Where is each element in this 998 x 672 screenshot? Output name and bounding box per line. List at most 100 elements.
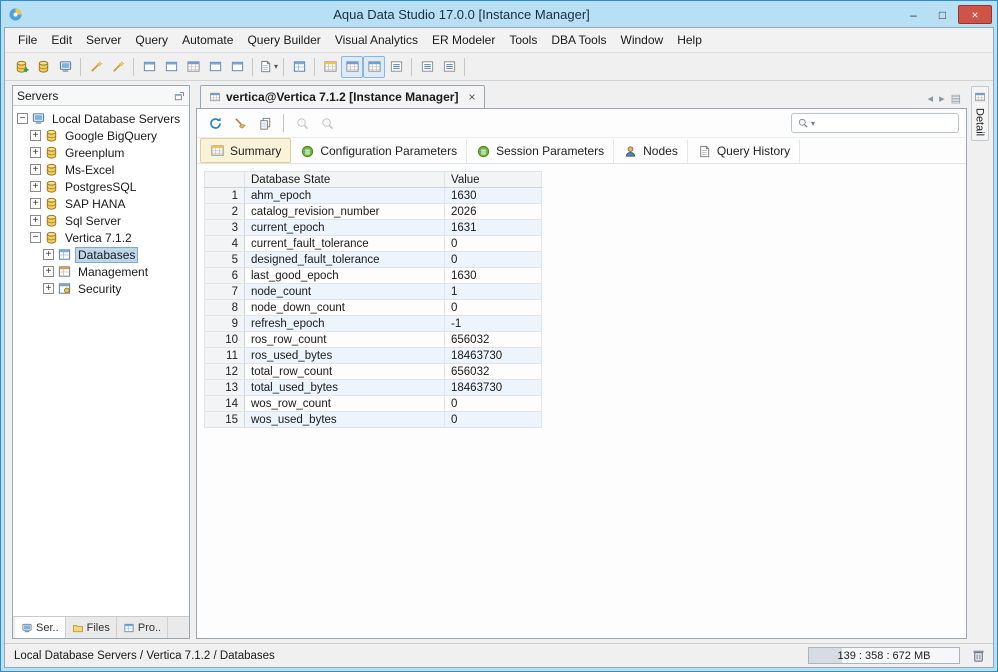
database-state-cell[interactable]: ros_row_count — [244, 331, 445, 348]
bottom-tab[interactable]: Pro.. — [117, 617, 169, 638]
import-wizard-icon[interactable] — [107, 56, 129, 78]
table-row[interactable]: 2 catalog_revision_number 2026 — [204, 203, 542, 220]
copy-icon[interactable] — [254, 112, 276, 134]
value-cell[interactable]: 0 — [444, 251, 542, 268]
search-input[interactable] — [817, 117, 953, 129]
refresh-icon[interactable] — [204, 112, 226, 134]
table-row[interactable]: 8 node_down_count 0 — [204, 299, 542, 316]
table-row[interactable]: 10 ros_row_count 656032 — [204, 331, 542, 348]
value-cell[interactable]: 0 — [444, 235, 542, 252]
tree-item[interactable]: + Ms-Excel — [15, 161, 187, 178]
tree-item[interactable]: + Google BigQuery — [15, 127, 187, 144]
menu-item[interactable]: Window — [614, 30, 671, 50]
server-browser-icon[interactable] — [288, 56, 310, 78]
value-cell[interactable]: 656032 — [444, 363, 542, 380]
minimize-button[interactable]: – — [900, 5, 927, 24]
tab-scroll-left-icon[interactable]: ◂ — [928, 92, 934, 105]
database-state-cell[interactable]: designed_fault_tolerance — [244, 251, 445, 268]
column-header-database-state[interactable]: Database State — [244, 171, 445, 188]
value-cell[interactable]: 2026 — [444, 203, 542, 220]
view-text-icon[interactable] — [416, 56, 438, 78]
window-storage-icon[interactable] — [204, 56, 226, 78]
tree-item-label[interactable]: Local Database Servers — [49, 111, 183, 127]
tree-item-label[interactable]: Management — [75, 264, 151, 280]
table-row[interactable]: 13 total_used_bytes 18463730 — [204, 379, 542, 396]
database-state-cell[interactable]: total_row_count — [244, 363, 445, 380]
subtab[interactable]: Nodes — [614, 138, 688, 163]
tree-item[interactable]: − Local Database Servers — [15, 110, 187, 127]
server-properties-icon[interactable] — [54, 56, 76, 78]
tree-item-label[interactable]: Ms-Excel — [62, 162, 117, 178]
menu-item[interactable]: Visual Analytics — [328, 30, 425, 50]
search-box[interactable]: ▾ — [791, 113, 959, 133]
tree-item-label[interactable]: Google BigQuery — [62, 128, 160, 144]
maximize-button[interactable]: □ — [929, 5, 956, 24]
schema-wizard-icon[interactable] — [85, 56, 107, 78]
tree-item-label[interactable]: SAP HANA — [62, 196, 128, 212]
value-cell[interactable]: 1631 — [444, 219, 542, 236]
database-state-cell[interactable]: ros_used_bytes — [244, 347, 445, 364]
database-state-cell[interactable]: last_good_epoch — [244, 267, 445, 284]
menu-item[interactable]: Edit — [44, 30, 79, 50]
auto-format-icon[interactable] — [229, 112, 251, 134]
tab-list-icon[interactable]: ▤ — [951, 92, 961, 105]
menu-item[interactable]: Help — [670, 30, 709, 50]
menu-item[interactable]: DBA Tools — [544, 30, 613, 50]
tree-item[interactable]: + SAP HANA — [15, 195, 187, 212]
window-security-icon[interactable] — [226, 56, 248, 78]
value-cell[interactable]: 0 — [444, 395, 542, 412]
subtab[interactable]: Query History — [688, 138, 801, 163]
bottom-tab[interactable]: Files — [66, 617, 117, 638]
table-row[interactable]: 11 ros_used_bytes 18463730 — [204, 347, 542, 364]
tree-expander-icon[interactable]: + — [30, 147, 41, 158]
window-instance-manager-icon[interactable] — [182, 56, 204, 78]
tree-item[interactable]: + Sql Server — [15, 212, 187, 229]
zoom-out-icon[interactable] — [291, 112, 313, 134]
menu-item[interactable]: Query — [128, 30, 175, 50]
menu-item[interactable]: File — [11, 30, 44, 50]
tab-scroll-right-icon[interactable]: ▸ — [939, 92, 945, 105]
tree-item-label[interactable]: Vertica 7.1.2 — [62, 230, 135, 246]
tree-item[interactable]: + Databases — [15, 246, 187, 263]
view-pivot-icon[interactable] — [363, 55, 385, 78]
menu-item[interactable]: Query Builder — [240, 30, 327, 50]
tree-item[interactable]: + PostgresSQL — [15, 178, 187, 195]
tab-close-icon[interactable]: × — [463, 90, 475, 104]
table-row[interactable]: 14 wos_row_count 0 — [204, 395, 542, 412]
tree-expander-icon[interactable]: + — [30, 130, 41, 141]
tree-item-label[interactable]: Greenplum — [62, 145, 127, 161]
column-header-value[interactable]: Value — [444, 171, 542, 188]
database-state-cell[interactable]: node_down_count — [244, 299, 445, 316]
tree-expander-icon[interactable]: − — [30, 232, 41, 243]
value-cell[interactable]: 18463730 — [444, 379, 542, 396]
detail-tab[interactable]: Detail — [970, 86, 989, 142]
garbage-collect-button[interactable] — [968, 646, 988, 666]
database-state-cell[interactable]: wos_used_bytes — [244, 411, 445, 428]
zoom-in-icon[interactable] — [316, 112, 338, 134]
table-row[interactable]: 5 designed_fault_tolerance 0 — [204, 251, 542, 268]
tree-item-label[interactable]: PostgresSQL — [62, 179, 139, 195]
bottom-tab[interactable]: Ser.. — [15, 617, 66, 638]
value-cell[interactable]: 1630 — [444, 187, 542, 204]
search-caret-icon[interactable]: ▾ — [811, 119, 815, 128]
table-row[interactable]: 1 ahm_epoch 1630 — [204, 187, 542, 204]
database-state-cell[interactable]: current_epoch — [244, 219, 445, 236]
table-row[interactable]: 12 total_row_count 656032 — [204, 363, 542, 380]
menu-item[interactable]: Server — [79, 30, 128, 50]
database-state-cell[interactable]: current_fault_tolerance — [244, 235, 445, 252]
subtab[interactable]: Summary — [200, 138, 292, 163]
table-row[interactable]: 6 last_good_epoch 1630 — [204, 267, 542, 284]
document-tab[interactable]: vertica@Vertica 7.1.2 [Instance Manager]… — [200, 85, 485, 108]
register-server-icon[interactable] — [10, 56, 32, 78]
titlebar[interactable]: Aqua Data Studio 17.0.0 [Instance Manage… — [4, 1, 994, 27]
close-button[interactable]: × — [958, 5, 992, 24]
database-state-cell[interactable]: ahm_epoch — [244, 187, 445, 204]
value-cell[interactable]: 1 — [444, 283, 542, 300]
tree-item[interactable]: + Management — [15, 263, 187, 280]
tree-expander-icon[interactable]: − — [17, 113, 28, 124]
value-cell[interactable]: 18463730 — [444, 347, 542, 364]
undock-panel-icon[interactable] — [173, 90, 185, 102]
view-form-icon[interactable] — [385, 56, 407, 78]
tree-item-label[interactable]: Databases — [75, 246, 139, 263]
tree-expander-icon[interactable]: + — [30, 181, 41, 192]
